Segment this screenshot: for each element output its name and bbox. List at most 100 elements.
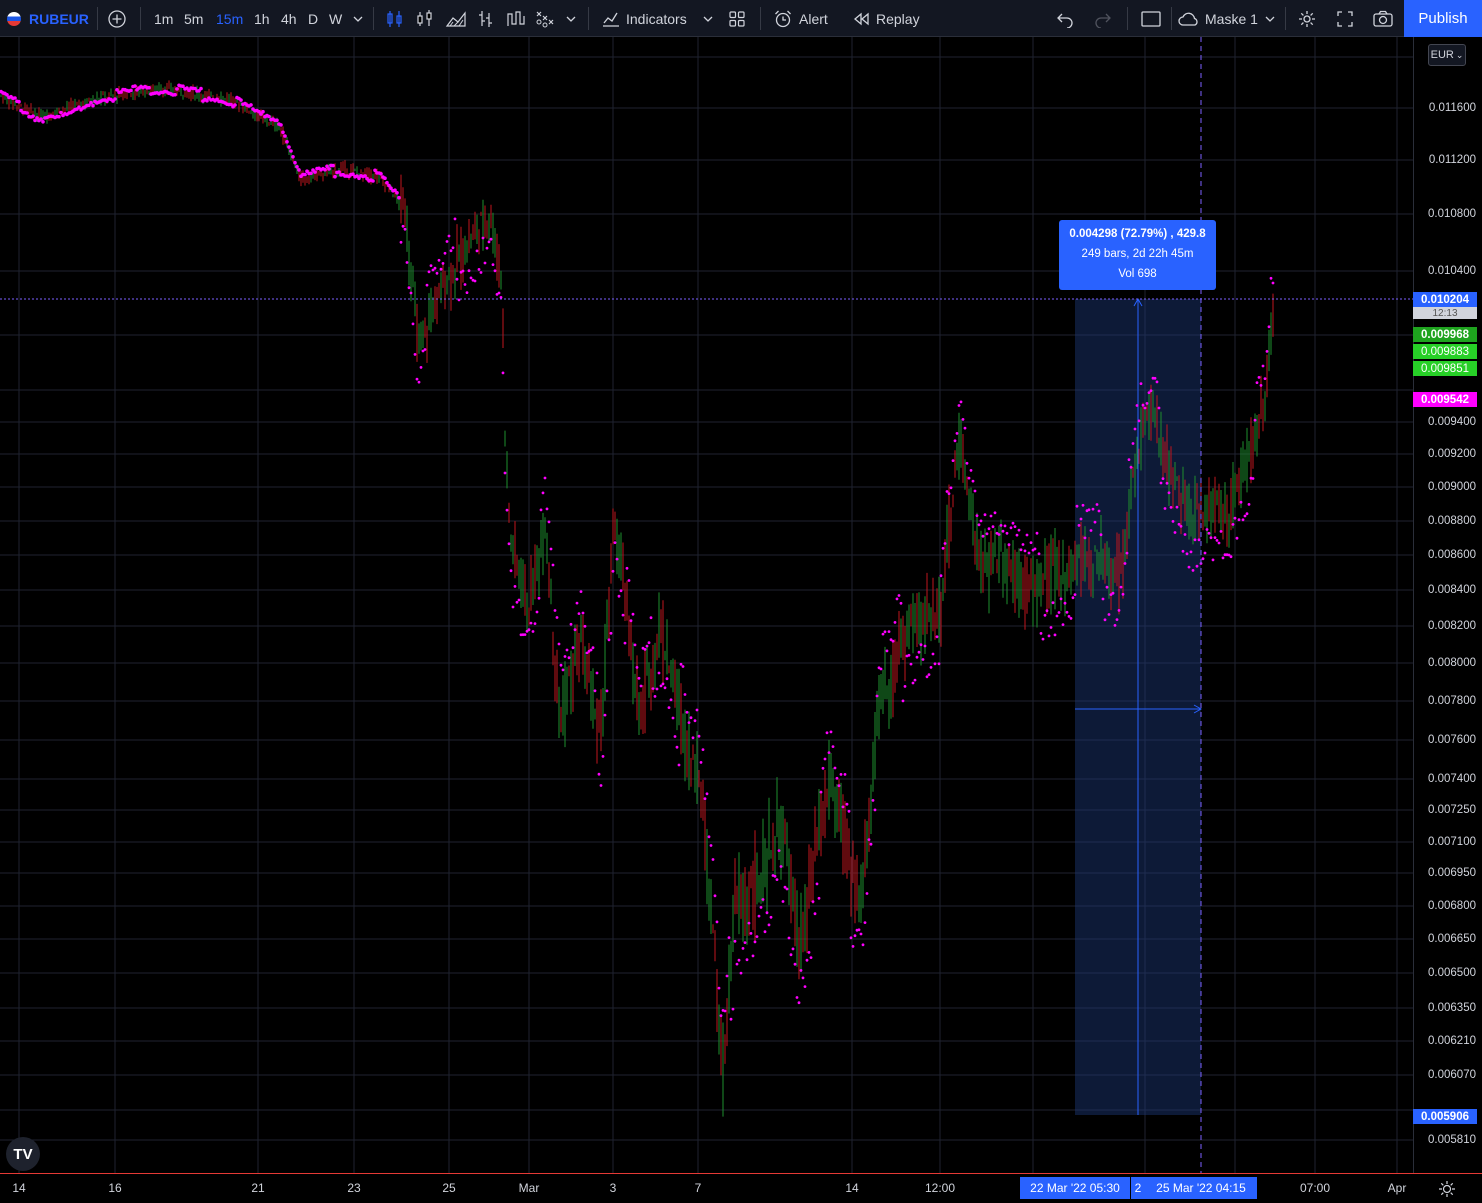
- psar-dot: [1059, 597, 1063, 601]
- psar-dot: [829, 730, 833, 734]
- hollow-candles-icon[interactable]: [416, 0, 434, 37]
- psar-dot: [1067, 615, 1071, 618]
- psar-dot: [897, 594, 901, 597]
- psar-dot: [1069, 617, 1073, 620]
- settings-sun-icon[interactable]: [1438, 1180, 1456, 1203]
- replay-button[interactable]: Replay: [852, 0, 920, 37]
- psar-dot: [1125, 551, 1129, 555]
- psar-dot: [401, 224, 405, 228]
- psar-dot: [465, 291, 469, 294]
- tf-label: 15m: [216, 10, 244, 27]
- layout-save-button[interactable]: Maske 1: [1177, 0, 1258, 37]
- camera-icon[interactable]: [1372, 0, 1394, 37]
- psar-dot: [489, 237, 493, 241]
- psar-dot: [275, 118, 279, 123]
- psar-dot: [645, 644, 649, 648]
- psar-dot: [1119, 585, 1123, 589]
- price-label: 0.006210: [1428, 1035, 1476, 1047]
- tf-d[interactable]: D: [308, 0, 318, 37]
- price-axis[interactable]: 0.011600 0.011200 0.010800 0.010400 0.00…: [1413, 37, 1482, 1173]
- psar-dot: [723, 1009, 727, 1013]
- currency-selector[interactable]: EUR ⌄: [1428, 44, 1466, 66]
- psar-dot: [985, 532, 989, 536]
- psar-dot: [1185, 552, 1189, 556]
- psar-dot: [601, 755, 605, 758]
- psar-dot: [957, 404, 961, 407]
- tradingview-logo[interactable]: TV: [6, 1137, 40, 1171]
- range-low-price-tag: 0.005906: [1413, 1109, 1477, 1124]
- psar-dot: [1011, 521, 1015, 525]
- point-figure-icon[interactable]: [535, 0, 555, 37]
- bars-icon[interactable]: [477, 0, 495, 37]
- psar-dot: [551, 563, 555, 567]
- psar-dot: [249, 103, 253, 107]
- psar-dot: [501, 371, 505, 375]
- price-chart-canvas[interactable]: [0, 37, 1413, 1173]
- compare-add-icon[interactable]: [107, 0, 127, 37]
- psar-dot: [1169, 506, 1173, 509]
- indicators-label: Indicators: [626, 10, 687, 27]
- layout-chevron-down-icon[interactable]: [1264, 0, 1276, 37]
- psar-dot: [605, 689, 609, 693]
- tf-label: 1m: [154, 10, 174, 27]
- psar-dot: [561, 668, 565, 672]
- indicators-chevron-down-icon[interactable]: [702, 0, 714, 37]
- time-label: 16: [108, 1181, 122, 1195]
- tf-1h[interactable]: 1h: [254, 0, 270, 37]
- tf-1m[interactable]: 1m: [154, 0, 173, 37]
- psar-dot: [17, 99, 21, 104]
- redo-icon[interactable]: [1094, 0, 1112, 37]
- time-axis[interactable]: 14 16 21 23 25 Mar 3 7 14 12:00 07:00 Ap…: [0, 1173, 1482, 1201]
- tf-15m[interactable]: 15m: [216, 0, 243, 37]
- kagi-icon[interactable]: [506, 0, 526, 37]
- tf-5m[interactable]: 5m: [184, 0, 203, 37]
- psar-dot: [1103, 618, 1107, 622]
- symbol-search[interactable]: RUBEUR: [7, 0, 89, 37]
- psar-dot: [1039, 632, 1043, 635]
- psar-dot: [1171, 520, 1175, 523]
- psar-dot: [1147, 391, 1151, 394]
- psar-dot: [901, 699, 905, 703]
- indicators-button[interactable]: Indicators: [601, 0, 687, 37]
- templates-grid-icon[interactable]: [728, 0, 746, 37]
- ask-price-tag: 0.009851: [1413, 361, 1477, 376]
- tf-w[interactable]: W: [329, 0, 342, 37]
- psar-dot: [289, 149, 293, 153]
- timeframe-chevron-down-icon[interactable]: [352, 0, 364, 37]
- fullscreen-icon[interactable]: [1336, 0, 1354, 37]
- tf-4h[interactable]: 4h: [281, 0, 297, 37]
- psar-dot: [25, 111, 29, 115]
- psar-dot: [769, 915, 773, 919]
- time-label: Mar: [518, 1181, 540, 1195]
- psar-dot: [963, 426, 967, 430]
- psar-dot: [565, 648, 569, 652]
- alert-button[interactable]: Alert: [773, 0, 828, 37]
- candles-icon[interactable]: [386, 0, 404, 37]
- psar-dot: [1029, 541, 1033, 544]
- undo-icon[interactable]: [1056, 0, 1074, 37]
- psar-dot: [607, 638, 611, 642]
- psar-dot: [1061, 623, 1065, 626]
- gear-icon[interactable]: [1297, 0, 1317, 37]
- psar-dot: [865, 892, 869, 895]
- psar-dot: [927, 673, 931, 676]
- psar-dot: [621, 613, 625, 617]
- psar-dot: [309, 171, 313, 176]
- psar-dot: [851, 945, 855, 948]
- psar-dot: [1247, 503, 1251, 506]
- publish-button[interactable]: Publish: [1404, 0, 1482, 37]
- psar-dot: [1209, 536, 1213, 540]
- fullscreen-layout-icon[interactable]: [1140, 0, 1162, 37]
- psar-dot: [1197, 538, 1201, 542]
- psar-dot: [583, 624, 587, 628]
- psar-dot: [909, 662, 913, 666]
- psar-dot: [1243, 514, 1247, 518]
- chart-type-chevron-down-icon[interactable]: [565, 0, 577, 37]
- psar-dot: [971, 479, 975, 483]
- psar-dot: [805, 958, 809, 962]
- area-chart-icon[interactable]: [445, 0, 467, 37]
- psar-dot: [395, 191, 399, 195]
- psar-dot: [685, 710, 689, 714]
- psar-dot: [1055, 614, 1059, 618]
- psar-dot: [727, 936, 731, 939]
